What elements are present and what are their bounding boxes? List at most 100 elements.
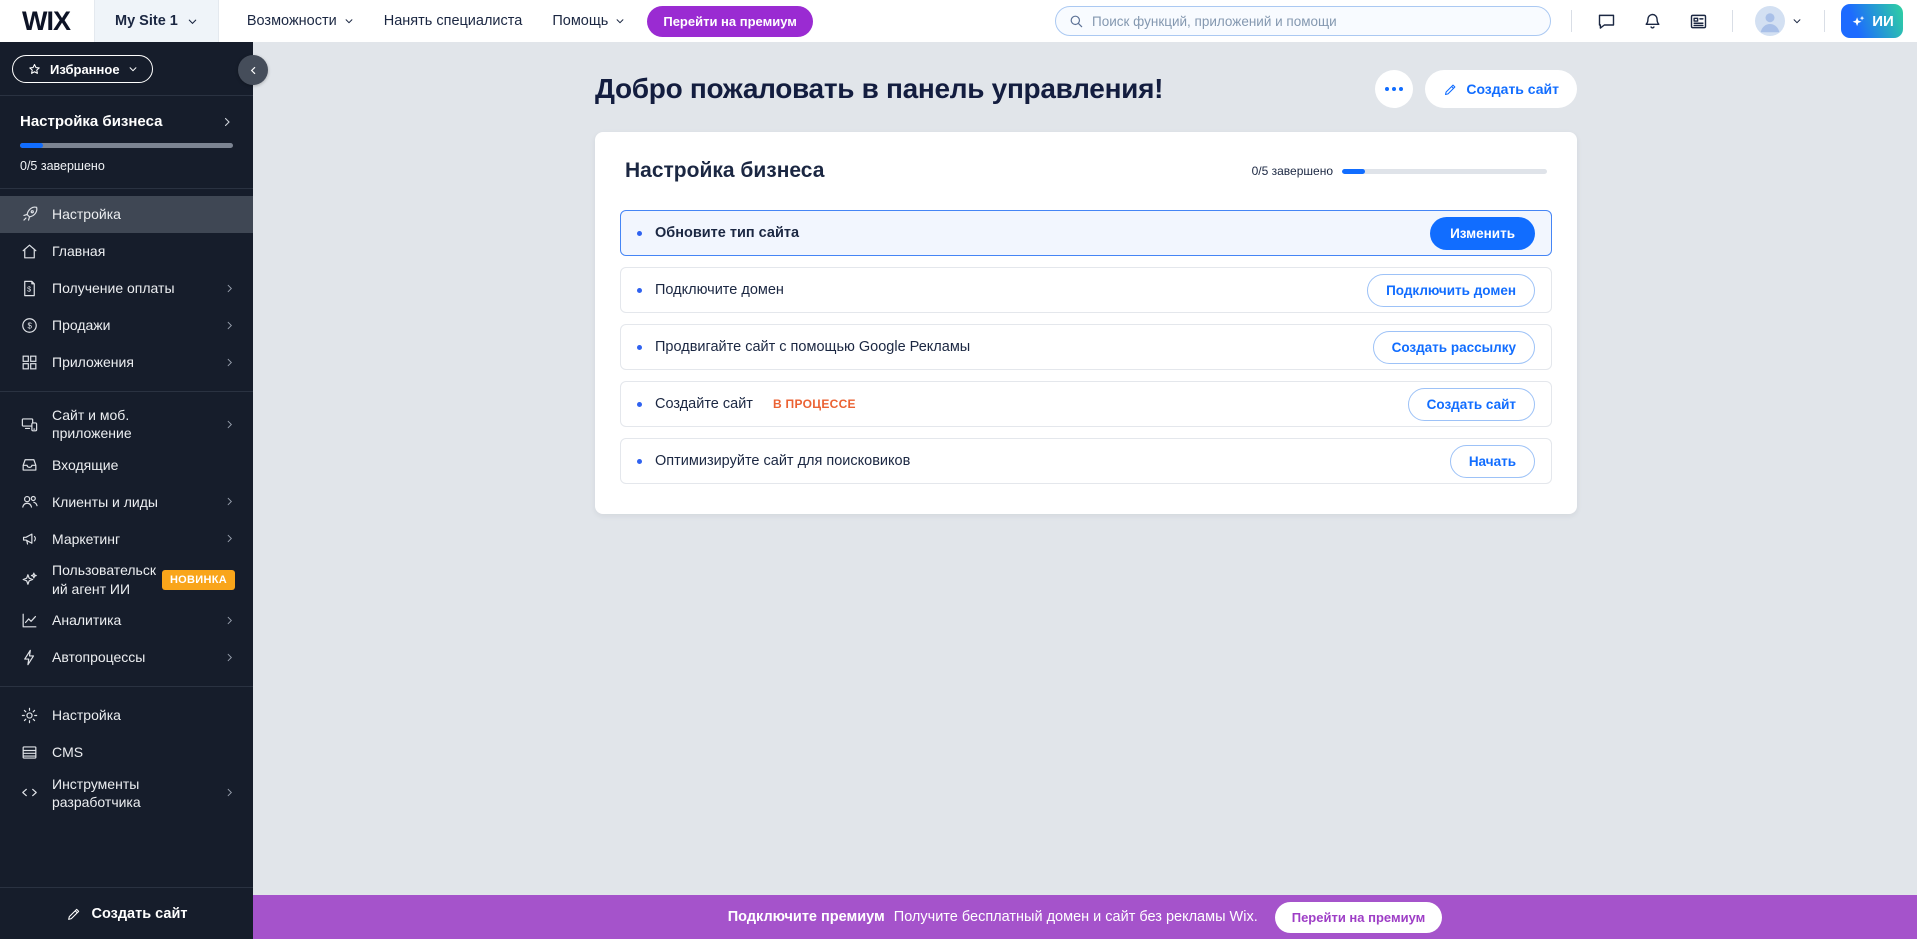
sidebar-item-label: CMS <box>52 743 83 761</box>
site-selector-label: My Site 1 <box>115 13 178 29</box>
task-action-button[interactable]: Создать рассылку <box>1373 331 1535 364</box>
sidebar-item-dev-tools[interactable]: Инструменты разработчика <box>0 771 253 815</box>
create-site-label: Создать сайт <box>1466 81 1559 97</box>
sidebar-create-site-label: Создать сайт <box>92 906 188 922</box>
task-label: Продвигайте сайт с помощью Google Реклам… <box>655 339 970 355</box>
business-setup-summary[interactable]: Настройка бизнеса 0/5 завершено <box>0 96 253 188</box>
chevron-down-icon <box>615 16 625 26</box>
divider <box>1732 10 1733 32</box>
pencil-icon <box>1443 82 1458 97</box>
sidebar-item-marketing[interactable]: Маркетинг <box>0 520 253 557</box>
sidebar-item-cms[interactable]: CMS <box>0 734 253 771</box>
banner-text: Получите бесплатный домен и сайт без рек… <box>894 909 1258 925</box>
updates-icon[interactable] <box>1686 9 1710 33</box>
sidebar-menu: Настройка Главная $ Получение оплаты $ П… <box>0 189 253 815</box>
favorites-dropdown[interactable]: Избранное <box>12 55 153 83</box>
task-row-create-site[interactable]: Создайте сайт В ПРОЦЕССЕ Создать сайт <box>620 381 1552 427</box>
task-action-button[interactable]: Подключить домен <box>1367 274 1535 307</box>
upgrade-premium-button[interactable]: Перейти на премиум <box>647 6 813 37</box>
sidebar-item-label: Клиенты и лиды <box>52 493 158 511</box>
task-row-seo[interactable]: Оптимизируйте сайт для поисковиков Начат… <box>620 438 1552 484</box>
nav-features[interactable]: Возможности <box>247 13 354 29</box>
sidebar-item-contacts[interactable]: Клиенты и лиды <box>0 483 253 520</box>
sidebar-item-label: Настройка <box>52 205 121 223</box>
sidebar-item-label: Пользовательский агент ИИ <box>52 561 162 597</box>
home-icon <box>20 242 39 261</box>
create-site-button[interactable]: Создать сайт <box>1425 70 1577 108</box>
task-row-update-site-type[interactable]: Обновите тип сайта Изменить <box>620 210 1552 256</box>
bullet-icon <box>637 231 642 236</box>
sidebar-item-site-and-app[interactable]: Сайт и моб. приложение <box>0 402 253 446</box>
sidebar-collapse-button[interactable] <box>238 55 268 85</box>
analytics-icon <box>20 611 39 630</box>
chevron-right-icon <box>221 116 233 128</box>
sidebar-item-label: Приложения <box>52 353 134 371</box>
sidebar-item-payments[interactable]: $ Получение оплаты <box>0 270 253 307</box>
sidebar-item-setup[interactable]: Настройка <box>0 196 253 233</box>
sidebar-item-apps[interactable]: Приложения <box>0 344 253 381</box>
chat-icon[interactable] <box>1594 9 1618 33</box>
task-row-google-ads[interactable]: Продвигайте сайт с помощью Google Реклам… <box>620 324 1552 370</box>
avatar <box>1755 6 1785 36</box>
sidebar-item-analytics[interactable]: Аналитика <box>0 602 253 639</box>
inbox-icon <box>20 455 39 474</box>
card-progress-bar <box>1342 169 1547 174</box>
new-badge: НОВИНКА <box>162 570 235 590</box>
task-status-badge: В ПРОЦЕССЕ <box>773 397 856 411</box>
apps-icon <box>20 353 39 372</box>
chevron-right-icon <box>224 357 235 368</box>
automations-icon <box>20 648 39 667</box>
more-options-button[interactable] <box>1375 70 1413 108</box>
task-action-button[interactable]: Создать сайт <box>1408 388 1535 421</box>
cms-icon <box>20 743 39 762</box>
task-action-button[interactable]: Начать <box>1450 445 1535 478</box>
card-title: Настройка бизнеса <box>625 159 824 183</box>
chevron-right-icon <box>224 419 235 430</box>
account-menu[interactable] <box>1755 6 1802 36</box>
sidebar-item-label: Автопроцессы <box>52 648 145 666</box>
page-header: Добро пожаловать в панель управления! Со… <box>595 70 1577 108</box>
bullet-icon <box>637 345 642 350</box>
divider <box>1824 10 1825 32</box>
sidebar-item-label: Инструменты разработчика <box>52 775 197 811</box>
global-search[interactable] <box>1055 6 1551 36</box>
sidebar-create-site-button[interactable]: Создать сайт <box>0 887 253 939</box>
chevron-down-icon <box>187 16 198 27</box>
sidebar-item-sales[interactable]: $ Продажи <box>0 307 253 344</box>
sidebar-item-inbox[interactable]: Входящие <box>0 446 253 483</box>
task-label: Подключите домен <box>655 282 784 298</box>
nav-features-label: Возможности <box>247 13 337 29</box>
sidebar-item-label: Сайт и моб. приложение <box>52 406 164 442</box>
site-selector[interactable]: My Site 1 <box>94 0 219 42</box>
business-setup-title: Настройка бизнеса <box>20 113 162 130</box>
favorites-row: Избранное <box>0 42 253 95</box>
sidebar-item-label: Продажи <box>52 316 110 334</box>
bullet-icon <box>637 402 642 407</box>
premium-banner: Подключите премиум Получите бесплатный д… <box>253 895 1917 939</box>
bell-icon[interactable] <box>1640 9 1664 33</box>
sidebar-item-ai-agent[interactable]: Пользовательский агент ИИ НОВИНКА <box>0 557 253 601</box>
task-row-connect-domain[interactable]: Подключите домен Подключить домен <box>620 267 1552 313</box>
pencil-icon <box>66 906 82 922</box>
bullet-icon <box>637 288 642 293</box>
nav-hire-professional[interactable]: Нанять специалиста <box>384 13 523 29</box>
chevron-down-icon <box>344 16 354 26</box>
chevron-right-icon <box>224 787 235 798</box>
nav-help[interactable]: Помощь <box>552 13 625 29</box>
chevron-right-icon <box>224 615 235 626</box>
task-action-button[interactable]: Изменить <box>1430 217 1535 250</box>
chevron-right-icon <box>224 496 235 507</box>
card-progress-label: 0/5 завершено <box>1252 164 1333 178</box>
favorites-label: Избранное <box>50 62 120 77</box>
business-setup-card: Настройка бизнеса 0/5 завершено Обновите… <box>595 132 1577 514</box>
banner-premium-button[interactable]: Перейти на премиум <box>1275 902 1443 933</box>
sidebar-item-settings[interactable]: Настройка <box>0 697 253 734</box>
ai-sparkle-icon <box>1850 13 1867 30</box>
ai-assistant-button[interactable]: ИИ <box>1841 4 1903 38</box>
sales-icon: $ <box>20 316 39 335</box>
sidebar-item-automations[interactable]: Автопроцессы <box>0 639 253 676</box>
sidebar-item-home[interactable]: Главная <box>0 233 253 270</box>
bullet-icon <box>637 459 642 464</box>
setup-progress-bar <box>20 143 233 148</box>
search-input[interactable] <box>1092 14 1538 29</box>
